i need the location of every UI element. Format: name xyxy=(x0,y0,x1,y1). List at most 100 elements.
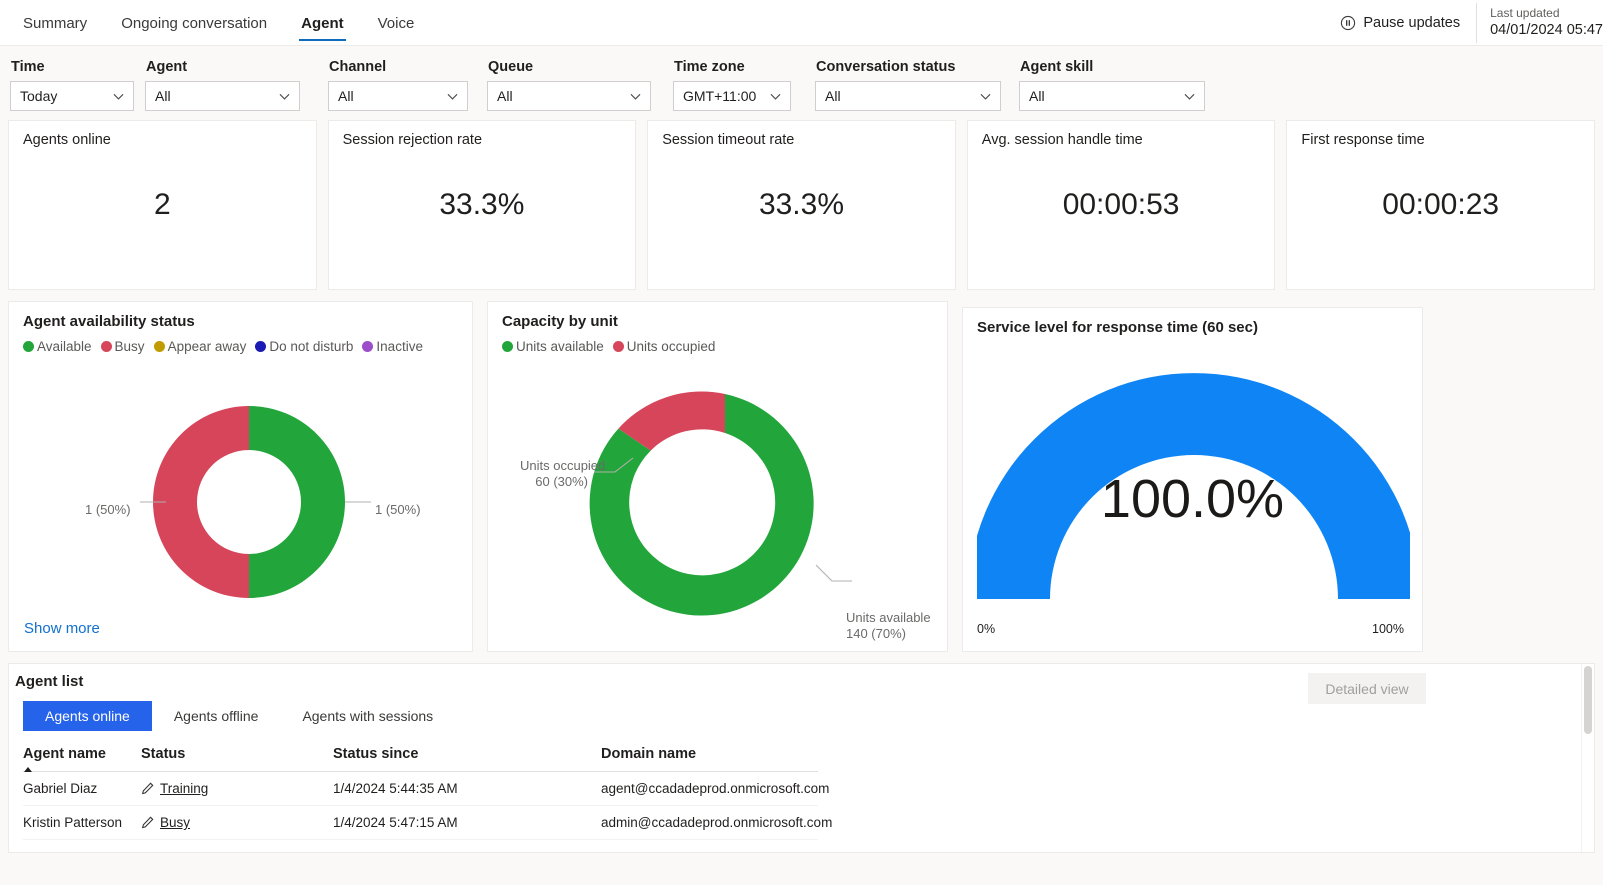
cell-status: Training xyxy=(141,771,333,806)
legend-item-units-occupied[interactable]: Units occupied xyxy=(612,339,715,354)
filter-conversation-status-select[interactable]: All xyxy=(815,81,1001,111)
filter-queue-value: All xyxy=(497,88,513,104)
top-bar-right: Pause updates Last updated 04/01/2024 05… xyxy=(1340,0,1603,46)
legend-dot-inactive-icon xyxy=(362,341,374,352)
legend-item-units-available[interactable]: Units available xyxy=(502,339,604,354)
tab-ongoing-conversation[interactable]: Ongoing conversation xyxy=(104,0,284,46)
kpi-session-rejection-rate-value: 33.3% xyxy=(439,188,525,221)
kpi-avg-session-handle-time: Avg. session handle time 00:00:53 xyxy=(966,120,1276,290)
pill-agents-offline[interactable]: Agents offline xyxy=(152,701,281,731)
legend-item-available[interactable]: Available xyxy=(23,339,92,354)
capacity-by-unit-donut-svg xyxy=(589,391,852,616)
cell-domain-name: admin@ccadadeprod.onmicrosoft.com xyxy=(601,805,832,840)
cell-status-since: 1/4/2024 5:44:35 AM xyxy=(333,771,601,806)
status-link[interactable]: Busy xyxy=(160,815,190,830)
edit-pencil-icon[interactable] xyxy=(141,816,154,829)
table-row[interactable]: Kristin Patterson Busy 1/4/2024 5:47:15 … xyxy=(23,805,832,840)
filter-conversation-status-label: Conversation status xyxy=(816,59,956,75)
pill-agents-online[interactable]: Agents online xyxy=(23,701,152,731)
chart-row: Agent availability status Available Busy… xyxy=(0,290,1603,652)
column-header-status-since-label: Status since xyxy=(333,746,419,762)
legend-label-busy: Busy xyxy=(114,339,145,354)
agent-table: Agent name Status Status since Domain na… xyxy=(23,746,832,840)
filter-queue-select[interactable]: All xyxy=(487,81,651,111)
chevron-down-icon xyxy=(630,93,641,100)
capacity-label-occupied-line2: 60 (30%) xyxy=(535,474,588,490)
donut-label-available-value: 1 (50%) xyxy=(375,502,421,517)
legend-label-do-not-disturb: Do not disturb xyxy=(269,339,354,354)
agent-availability-legend: Available Busy Appear away Do not distur… xyxy=(23,339,458,354)
gauge-min-label: 0% xyxy=(977,622,996,636)
legend-item-busy[interactable]: Busy xyxy=(100,339,145,354)
detailed-view-label: Detailed view xyxy=(1325,680,1409,697)
status-link[interactable]: Training xyxy=(160,781,208,796)
pause-updates-button[interactable]: Pause updates xyxy=(1340,15,1476,31)
filter-time-zone-value: GMT+11:00 xyxy=(683,88,757,104)
legend-item-appear-away[interactable]: Appear away xyxy=(153,339,246,354)
tab-agent-label: Agent xyxy=(301,14,344,32)
donut-slice-available[interactable] xyxy=(249,406,345,598)
cell-status-since: 1/4/2024 5:47:15 AM xyxy=(333,805,601,840)
legend-dot-available-icon xyxy=(23,341,34,352)
agent-list-scrollbar[interactable] xyxy=(1581,664,1594,852)
chevron-down-icon xyxy=(770,93,781,100)
show-more-link[interactable]: Show more xyxy=(24,620,100,637)
top-tab-bar: Summary Ongoing conversation Agent Voice… xyxy=(0,0,1603,46)
filter-channel-select[interactable]: All xyxy=(328,81,468,111)
column-header-agent-name-label: Agent name xyxy=(23,746,106,762)
agent-list-section: Agent list Agents online Agents offline … xyxy=(8,663,1595,853)
filter-agent-skill-value: All xyxy=(1029,88,1045,104)
kpi-avg-session-handle-time-value: 00:00:53 xyxy=(1062,188,1180,221)
column-header-domain-name[interactable]: Domain name xyxy=(601,746,818,772)
card-service-level-response-time: Service level for response time (60 sec)… xyxy=(962,307,1423,652)
capacity-by-unit-legend: Units available Units occupied xyxy=(502,339,933,354)
filter-time-select[interactable]: Today xyxy=(10,81,134,111)
card-agent-availability-status: Agent availability status Available Busy… xyxy=(8,301,473,652)
pause-circle-icon xyxy=(1341,15,1356,31)
filter-agent-skill: Agent skill All xyxy=(1019,59,1209,111)
filter-agent-skill-select[interactable]: All xyxy=(1019,81,1205,111)
tab-voice[interactable]: Voice xyxy=(361,0,432,46)
filter-agent-select[interactable]: All xyxy=(145,81,300,111)
pill-agents-offline-label: Agents offline xyxy=(173,708,259,724)
donut-slice-busy[interactable] xyxy=(153,406,249,598)
pill-agents-online-label: Agents online xyxy=(45,708,130,724)
kpi-agents-online-value: 2 xyxy=(153,188,171,221)
table-row[interactable]: Gabriel Diaz Training 1/4/2024 5:44:35 A… xyxy=(23,771,829,806)
filter-time-zone-label: Time zone xyxy=(674,59,745,75)
filter-time-zone-select[interactable]: GMT+11:00 xyxy=(673,81,791,111)
edit-pencil-icon[interactable] xyxy=(141,782,154,795)
legend-item-inactive[interactable]: Inactive xyxy=(362,339,423,354)
kpi-session-rejection-rate: Session rejection rate 33.3% xyxy=(327,120,637,290)
filter-conversation-status-value: All xyxy=(825,88,841,104)
tab-summary[interactable]: Summary xyxy=(6,0,104,46)
legend-label-available: Available xyxy=(37,339,92,354)
last-updated-label: Last updated xyxy=(1490,6,1560,21)
filter-time-zone: Time zone GMT+11:00 xyxy=(673,59,815,111)
gauge-max-label: 100% xyxy=(1372,622,1404,636)
card-capacity-by-unit: Capacity by unit Units available Units o… xyxy=(487,301,948,652)
legend-label-units-available: Units available xyxy=(516,339,604,354)
service-level-title: Service level for response time (60 sec) xyxy=(977,319,1258,336)
column-header-status-since[interactable]: Status since xyxy=(333,746,601,772)
filter-bar: Time Today Agent All Channel All Queue A… xyxy=(0,46,1603,120)
filter-agent-value: All xyxy=(155,88,171,104)
capacity-label-available: Units available 140 (70%) xyxy=(846,610,931,643)
legend-item-do-not-disturb[interactable]: Do not disturb xyxy=(255,339,353,354)
tab-agent[interactable]: Agent xyxy=(284,0,361,46)
column-header-status[interactable]: Status xyxy=(141,746,333,772)
last-updated-value: 04/01/2024 05:47 xyxy=(1490,22,1603,39)
capacity-label-available-line1: Units available xyxy=(846,610,931,625)
kpi-session-timeout-rate: Session timeout rate 33.3% xyxy=(647,120,956,290)
filter-channel-label: Channel xyxy=(329,59,387,75)
tab-summary-label: Summary xyxy=(23,14,88,32)
chevron-down-icon xyxy=(980,93,991,100)
pill-agents-with-sessions[interactable]: Agents with sessions xyxy=(280,701,455,731)
detailed-view-button[interactable]: Detailed view xyxy=(1308,673,1426,704)
column-header-agent-name[interactable]: Agent name xyxy=(23,746,141,772)
agent-list-scrollbar-thumb[interactable] xyxy=(1584,666,1592,734)
legend-dot-units-occupied-icon xyxy=(612,341,624,352)
legend-dot-busy-icon xyxy=(100,341,112,352)
cell-agent-name: Gabriel Diaz xyxy=(23,771,141,806)
agent-list-pill-group: Agents online Agents offline Agents with… xyxy=(9,701,1594,731)
